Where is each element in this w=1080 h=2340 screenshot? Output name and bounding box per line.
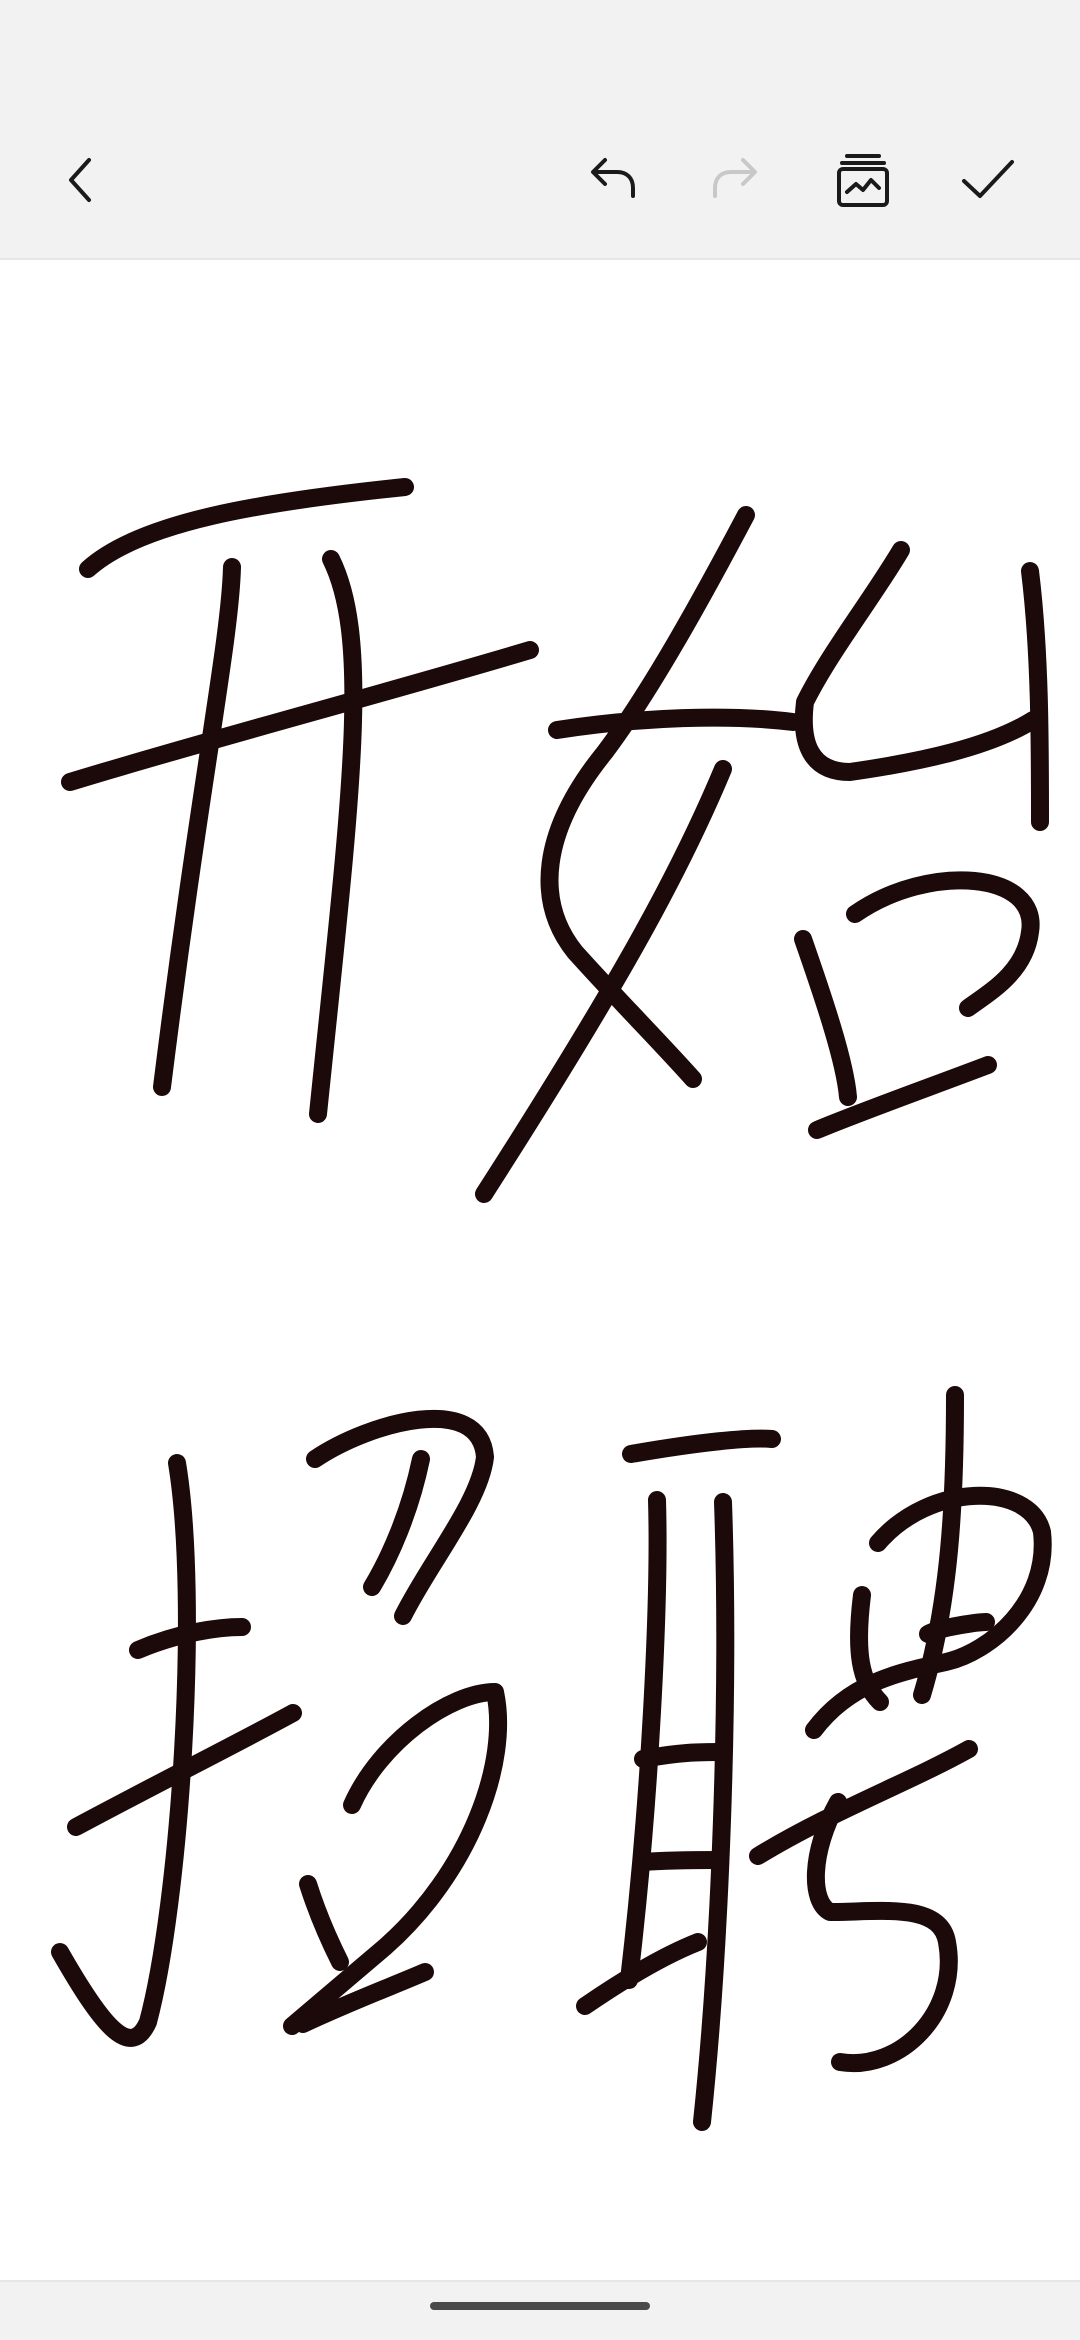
system-navigation-bar (0, 2282, 1080, 2340)
undo-button[interactable] (566, 135, 656, 225)
back-button[interactable] (36, 135, 126, 225)
checkmark-icon (962, 160, 1014, 198)
layers-button[interactable] (818, 135, 908, 225)
redo-button[interactable] (692, 135, 782, 225)
layers-icon (837, 154, 889, 207)
status-bar (0, 0, 1080, 100)
editor-toolbar (0, 100, 1080, 258)
chevron-left-icon (69, 158, 91, 202)
handwriting-strokes (51, 478, 1052, 2131)
undo-icon (591, 158, 635, 198)
home-indicator[interactable] (430, 2302, 650, 2310)
drawing-canvas[interactable] (0, 258, 1080, 2282)
confirm-button[interactable] (943, 135, 1033, 225)
redo-icon (713, 158, 757, 198)
